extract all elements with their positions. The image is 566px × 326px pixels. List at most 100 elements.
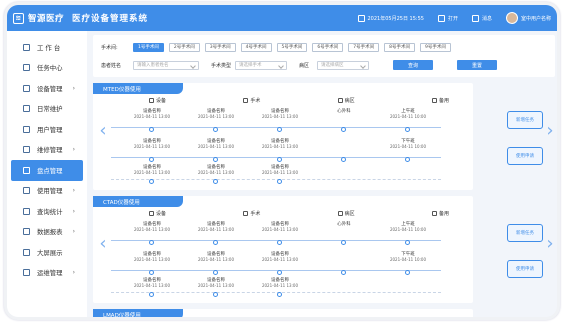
add-task-button[interactable]: 新增任务 [507, 224, 543, 242]
timeline-node[interactable]: 设备名称 2021-04-11 13:00 [121, 109, 183, 132]
room-pill[interactable]: 4号手术间 [240, 42, 272, 52]
timeline-node[interactable]: 设备名称 2021-04-11 13:00 [185, 252, 247, 275]
timeline-dot [277, 127, 282, 132]
timeline-node[interactable]: 设备名称 2021-04-11 13:00 [249, 109, 311, 132]
usage-panel: LMAD仪器使用 [93, 309, 473, 317]
timeline-node[interactable]: 设备名称 2021-04-11 13:00 [185, 222, 247, 245]
node-time: 2021-04-11 13:00 [197, 283, 235, 288]
timeline-node[interactable]: 心外科 [313, 222, 375, 245]
timeline-node[interactable]: 设备名称 2021-04-11 13:00 [185, 278, 247, 297]
timeline-dot [213, 157, 218, 162]
category-icon [149, 211, 154, 216]
sidebar-item-2[interactable]: 设备管理 › [11, 78, 83, 99]
timeline-node[interactable]: 上午班 2021-04-11 10:00 [377, 222, 439, 245]
panel-title: LMAD仪器使用 [93, 309, 183, 317]
timeline-node[interactable]: 设备名称 2021-04-11 13:00 [185, 109, 247, 132]
sidebar-item-3[interactable]: 日常维护 [11, 99, 83, 120]
timeline-node[interactable]: 设备名称 2021-04-11 13:00 [185, 165, 247, 184]
node-time: 2021-04-11 13:00 [197, 144, 235, 149]
logo-icon: ≋ [13, 12, 24, 24]
surgery-placeholder: 请选择手术 [239, 63, 262, 68]
category-label: 病区 [337, 210, 355, 217]
sidebar-item-0[interactable]: 工 作 台 [11, 37, 83, 58]
sidebar-item-label: 大屏展示 [37, 248, 63, 257]
next-arrow-icon[interactable]: › [545, 121, 555, 141]
open-button[interactable]: 打开 [437, 14, 458, 22]
category-text: 病区 [344, 211, 355, 217]
usage-apply-button[interactable]: 使用申请 [507, 147, 543, 165]
sidebar-item-4[interactable]: 用户管理 [11, 119, 83, 140]
node-time: 2021-04-11 13:00 [133, 257, 171, 262]
sidebar-item-label: 使用管理 [37, 187, 63, 196]
timeline-node[interactable]: 下午班 2021-04-11 10:00 [377, 252, 439, 275]
timeline-node[interactable]: 下午班 2021-04-11 10:00 [377, 139, 439, 162]
surgery-select[interactable]: 请选择手术 [235, 60, 288, 70]
timeline-node[interactable]: 设备名称 2021-04-11 13:00 [249, 252, 311, 275]
main-content: 手术间: 1号手术间 2号手术间 3号手术间 4号手术间 5号手术间 6号手术间 7号手术间… [93, 35, 555, 317]
category-text: 备用 [438, 211, 449, 217]
timeline-node[interactable]: 设备名称 2021-04-11 13:00 [249, 165, 311, 184]
timeline-node[interactable]: 设备名称 2021-04-11 13:00 [249, 278, 311, 297]
ward-select[interactable]: 请选择病区 [317, 60, 370, 70]
sidebar-item-7[interactable]: 使用管理 › [11, 181, 83, 202]
usage-panel: CTAD仪器使用 ‹ › 设备 手术 病区 备用 设备名称 2021-04-11 13:00 设备… [93, 196, 554, 303]
top-right-tools: 2021年05月25日 15:55 打开 消息 室中用户名称 [344, 5, 551, 31]
sidebar-item-11[interactable]: 运维管理 › [11, 263, 83, 284]
chevron-right-icon: › [72, 207, 75, 215]
category-text: 手术 [250, 211, 261, 217]
timeline-dot [149, 240, 154, 245]
timeline-node[interactable]: 设备名称 2021-04-11 13:00 [121, 252, 183, 275]
timeline-node[interactable]: 设备名称 2021-04-11 13:00 [121, 222, 183, 245]
timeline-track [111, 179, 441, 180]
sidebar-item-5[interactable]: 维修管理 › [11, 140, 83, 161]
sidebar-item-8[interactable]: 查询统计 › [11, 201, 83, 222]
panel-title: CTAD仪器使用 [93, 196, 183, 207]
timeline-node[interactable]: 设备名称 2021-04-11 13:00 [121, 139, 183, 162]
category-label: 设备 [149, 210, 166, 217]
timeline-dot [149, 127, 154, 132]
usage-apply-button[interactable]: 使用申请 [507, 260, 543, 278]
category-label: 手术 [243, 97, 260, 104]
next-arrow-icon[interactable]: › [545, 234, 555, 254]
timeline-node[interactable]: 设备名称 2021-04-11 13:00 [121, 278, 183, 297]
menu-icon [23, 166, 30, 174]
room-pill[interactable]: 7号手术间 [348, 42, 380, 52]
ward-label: 病区 [299, 62, 310, 69]
timeline-node[interactable]: 设备名称 2021-04-11 13:00 [249, 139, 311, 162]
sidebar-item-label: 数据报表 [37, 228, 63, 237]
add-task-button[interactable]: 新增任务 [507, 111, 543, 129]
room-pill[interactable]: 5号手术间 [276, 42, 308, 52]
search-button[interactable]: 查询 [393, 60, 434, 70]
node-time: 2021-04-11 13:00 [261, 144, 299, 149]
sidebar-item-10[interactable]: 大屏展示 [11, 242, 83, 263]
bell-icon [471, 14, 479, 22]
reset-button[interactable]: 重置 [457, 60, 498, 70]
room-pill[interactable]: 2号手术间 [168, 42, 200, 52]
prev-arrow-icon[interactable]: ‹ [98, 234, 108, 254]
timeline-node[interactable]: 上午班 2021-04-11 10:00 [377, 109, 439, 132]
message-button[interactable]: 消息 [471, 14, 492, 22]
room-pill[interactable]: 9号手术间 [420, 42, 451, 52]
ward-placeholder: 请选择病区 [321, 63, 344, 68]
sidebar-item-label: 查询统计 [37, 207, 63, 216]
prev-arrow-icon[interactable]: ‹ [98, 121, 108, 141]
timeline-node[interactable]: 设备名称 2021-04-11 13:00 [249, 222, 311, 245]
user-menu[interactable]: 室中用户名称 [505, 12, 551, 24]
patient-input[interactable]: 请输入患者姓名 [133, 60, 199, 70]
sidebar-item-6[interactable]: 盘点管理 [11, 160, 83, 181]
timeline-node[interactable]: 设备名称 2021-04-11 13:00 [185, 139, 247, 162]
room-pill[interactable]: 6号手术间 [312, 42, 344, 52]
sidebar-item-label: 日常维护 [37, 105, 63, 114]
timeline-dot [213, 127, 218, 132]
timeline-node[interactable]: 心外科 [313, 109, 375, 132]
timeline-track [111, 240, 441, 241]
menu-icon [23, 84, 30, 92]
room-pill[interactable]: 3号手术间 [204, 42, 236, 52]
sidebar-item-9[interactable]: 数据报表 › [11, 222, 83, 243]
timeline-node[interactable]: 设备名称 2021-04-11 13:00 [121, 165, 183, 184]
room-pill[interactable]: 8号手术间 [384, 42, 415, 52]
timeline-dot [341, 127, 346, 132]
node-name: 心外科 [337, 109, 351, 114]
room-pill[interactable]: 1号手术间 [133, 42, 164, 52]
sidebar-item-1[interactable]: 任务中心 [11, 58, 83, 79]
